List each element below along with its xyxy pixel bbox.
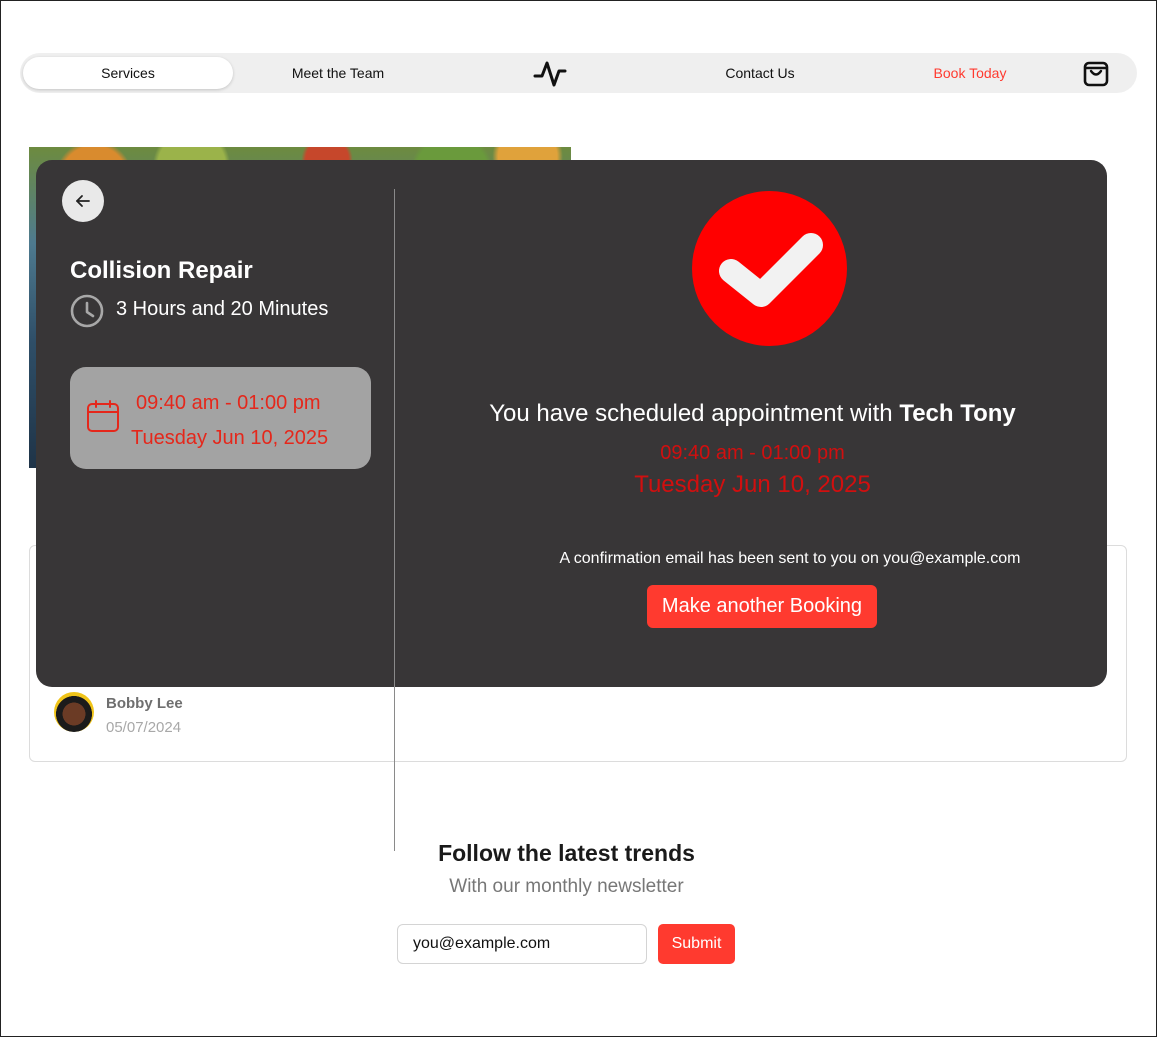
confirmation-message: You have scheduled appointment with Tech… <box>398 400 1107 428</box>
slot-time: 09:40 am - 01:00 pm <box>136 392 321 414</box>
newsletter-submit-button[interactable]: Submit <box>658 924 735 964</box>
newsletter-email-input[interactable] <box>397 924 647 964</box>
make-another-booking-button[interactable]: Make another Booking <box>647 585 877 628</box>
newsletter-title: Follow the latest trends <box>438 840 695 866</box>
pulse-icon[interactable] <box>533 59 567 89</box>
confirmation-time: 09:40 am - 01:00 pm <box>660 442 845 464</box>
technician-name: Tech Tony <box>899 400 1016 427</box>
success-check-badge <box>692 191 847 346</box>
checkmark-icon <box>718 232 823 307</box>
confirmation-date: Tuesday Jun 10, 2025 <box>634 471 871 498</box>
confirmation-message-text: You have scheduled appointment with <box>489 400 893 427</box>
booking-confirmation-modal: Collision Repair 3 Hours and 20 Minutes … <box>36 160 1107 687</box>
top-nav: Services Meet the Team Contact Us Book T… <box>20 53 1137 93</box>
avatar <box>54 692 94 732</box>
calendar-icon <box>87 400 119 432</box>
newsletter-subtitle: With our monthly newsletter <box>449 876 684 897</box>
selected-slot-card: 09:40 am - 01:00 pm Tuesday Jun 10, 2025 <box>70 367 371 469</box>
nav-book-today[interactable]: Book Today <box>865 57 1075 89</box>
confirmation-email-note: A confirmation email has been sent to yo… <box>559 550 1021 567</box>
reviewer-name: Bobby Lee <box>106 695 183 712</box>
nav-meet-the-team[interactable]: Meet the Team <box>233 57 443 89</box>
back-button[interactable] <box>62 180 104 222</box>
review-date: 05/07/2024 <box>106 719 182 736</box>
slot-date: Tuesday Jun 10, 2025 <box>131 427 329 449</box>
service-title: Collision Repair <box>70 257 253 284</box>
modal-divider <box>394 189 395 851</box>
arrow-left-icon <box>76 195 90 207</box>
nav-services[interactable]: Services <box>23 57 233 89</box>
service-duration: 3 Hours and 20 Minutes <box>116 298 329 320</box>
nav-contact-us[interactable]: Contact Us <box>655 57 865 89</box>
shopping-bag-icon[interactable] <box>1082 60 1110 88</box>
clock-icon <box>70 294 104 328</box>
